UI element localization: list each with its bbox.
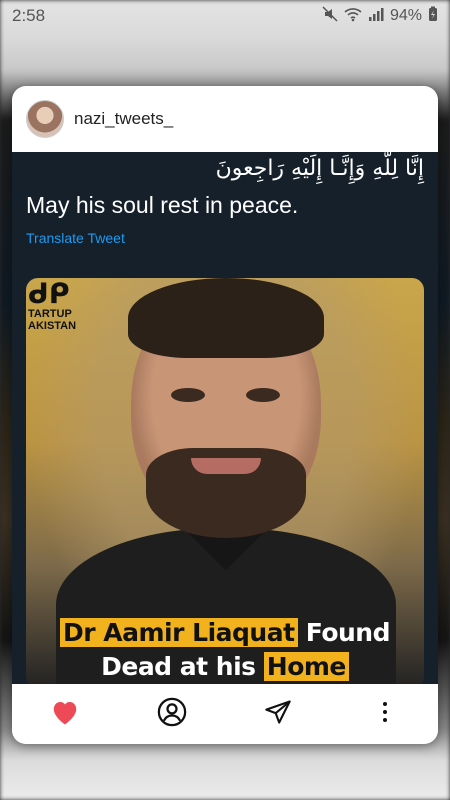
tweet-text: May his soul rest in peace. <box>26 192 299 218</box>
action-bar <box>12 684 438 744</box>
more-options-button[interactable] <box>365 694 405 734</box>
portrait-eye-left <box>171 388 205 402</box>
portrait-hair <box>128 278 324 358</box>
logo-text-line1: TARTUP <box>28 308 72 320</box>
post-image[interactable]: إِنَّا لِلّهِ وَإِنَّـا إِلَيْهِ رَاجِعو… <box>12 152 438 684</box>
portrait-eye-right <box>246 388 280 402</box>
avatar[interactable] <box>26 100 64 138</box>
mute-icon <box>322 5 338 27</box>
caption-line2: Dead at his Home <box>26 652 424 681</box>
profile-icon <box>157 697 187 732</box>
more-options-icon <box>381 700 389 729</box>
tweet-photo: ᑯᑭ TARTUP AKISTAN Dr Aamir Liaquat Found… <box>26 278 424 684</box>
post-header: nazi_tweets_ <box>12 86 438 152</box>
startup-pakistan-logo: ᑯᑭ TARTUP AKISTAN <box>28 278 77 333</box>
caption-dead-at-his: Dead at his <box>101 652 264 681</box>
status-icons: 94% <box>322 5 438 27</box>
signal-icon <box>368 6 384 27</box>
battery-level: 94% <box>389 7 422 24</box>
share-button[interactable] <box>258 694 298 734</box>
caption-highlight-name: Dr Aamir Liaquat <box>60 618 298 647</box>
battery-charging-icon <box>428 6 438 27</box>
tweet-arabic-text: إِنَّا لِلّهِ وَإِنَّـا إِلَيْهِ رَاجِعو… <box>215 156 424 181</box>
wifi-icon <box>344 6 362 27</box>
share-icon <box>264 698 292 731</box>
like-icon <box>50 698 80 731</box>
caption-found: Found <box>297 618 391 647</box>
logo-mark-icon: ᑯᑭ <box>28 278 70 310</box>
like-button[interactable] <box>45 694 85 734</box>
username[interactable]: nazi_tweets_ <box>74 109 173 129</box>
clock: 2:58 <box>12 6 46 25</box>
post-card: nazi_tweets_ إِنَّا لِلّهِ وَإِنَّـا إِل… <box>12 86 438 744</box>
portrait <box>56 278 396 684</box>
caption-line1: Dr Aamir Liaquat Found <box>26 618 424 647</box>
portrait-mouth <box>191 458 261 474</box>
profile-button[interactable] <box>152 694 192 734</box>
translate-tweet-link[interactable]: Translate Tweet <box>26 230 125 246</box>
status-bar: 2:58 94% <box>0 0 450 32</box>
logo-text-line2: AKISTAN <box>28 320 77 332</box>
caption-highlight-home: Home <box>263 652 349 681</box>
